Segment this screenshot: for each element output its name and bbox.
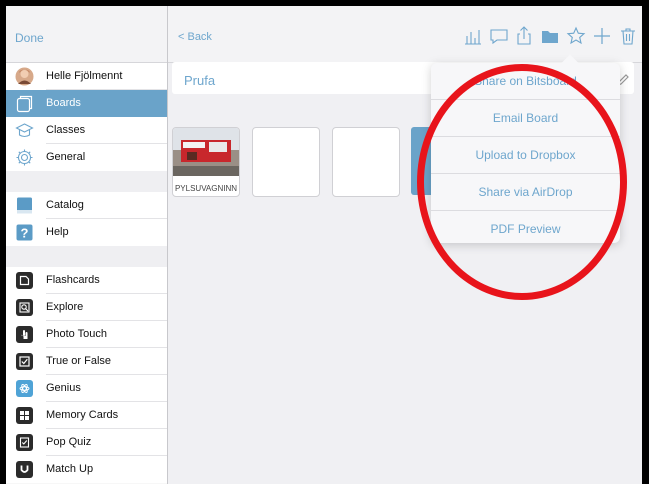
genius-icon [15,379,34,398]
sidebar-item-label: Match Up [46,463,94,475]
sidebar-item-photo-touch[interactable]: Photo Touch [6,321,167,348]
trash-icon[interactable] [618,26,638,46]
sidebar-item-label: Genius [46,382,81,394]
pop-quiz-icon [15,433,34,452]
match-up-icon [15,460,34,479]
sidebar-item-classes[interactable]: Classes [6,117,167,144]
share-menu-popover: Share on Bitsboard Email Board Upload to… [431,54,620,243]
sidebar-item-catalog[interactable]: Catalog [6,192,167,219]
email-board-menu-item[interactable]: Email Board [431,100,620,136]
boards-icon [15,94,34,113]
sidebar-item-pop-quiz[interactable]: Pop Quiz [6,429,167,456]
sidebar-item-label: General [46,151,86,163]
app-screen: Done Helle Fjölmennt Boards Classes Gene… [6,6,642,484]
board-title: Prufa [184,73,216,88]
sidebar-item-label: Photo Touch [46,328,107,340]
plus-icon[interactable] [592,26,612,46]
upload-to-dropbox-menu-item[interactable]: Upload to Dropbox [431,137,620,173]
chart-icon[interactable] [463,26,483,46]
sidebar-item-label: Boards [46,97,81,109]
sidebar-item-label: Explore [46,301,84,313]
sidebar-item-user[interactable]: Helle Fjölmennt [6,63,167,90]
board-tile[interactable]: PYLSUVAGNINN [172,127,240,197]
section-gap [6,171,167,192]
board-tile-partial[interactable] [411,127,431,195]
section-gap [6,246,167,267]
sidebar-item-boards[interactable]: Boards [6,90,167,117]
star-icon[interactable] [566,26,586,46]
sidebar-item-label: Memory Cards [46,409,119,421]
sidebar-item-label: Catalog [46,199,84,211]
memory-cards-icon [15,406,34,425]
board-tile-empty[interactable] [332,127,400,197]
sidebar-item-true-or-false[interactable]: True or False [6,348,167,375]
gear-icon [15,148,34,167]
done-button[interactable]: Done [15,31,44,45]
checkbox-icon [15,352,34,371]
sidebar-item-explore[interactable]: Explore [6,294,167,321]
hand-icon [15,325,34,344]
tile-photo [173,128,239,176]
user-avatar [15,67,34,86]
sidebar-item-label: Help [46,226,69,238]
sidebar-item-label: Helle Fjölmennt [46,70,123,82]
back-button[interactable]: < Back [178,31,212,43]
classes-icon [15,121,34,140]
sidebar-item-genius[interactable]: Genius [6,375,167,402]
sidebar-item-match-up[interactable]: Match Up [6,456,167,483]
board-tile-empty[interactable] [252,127,320,197]
sidebar-item-general[interactable]: General [6,144,167,171]
chat-icon[interactable] [489,26,509,46]
explore-icon [15,298,34,317]
svg-text:?: ? [21,226,29,241]
sidebar: Done Helle Fjölmennt Boards Classes Gene… [6,6,168,484]
sidebar-item-memory-cards[interactable]: Memory Cards [6,402,167,429]
help-icon: ? [15,223,34,242]
sidebar-item-label: Pop Quiz [46,436,92,448]
sidebar-item-label: True or False [46,355,112,367]
pdf-preview-menu-item[interactable]: PDF Preview [431,211,620,247]
share-on-bitsboard-menu-item[interactable]: Share on Bitsboard [431,63,620,99]
share-icon[interactable] [514,26,534,46]
sidebar-item-label: Flashcards [46,274,100,286]
book-icon [15,196,34,215]
tile-caption: PYLSUVAGNINN [174,184,238,193]
flashcards-icon [15,271,34,290]
sidebar-item-label: Classes [46,124,86,136]
sidebar-item-flashcards[interactable]: Flashcards [6,267,167,294]
sidebar-item-help[interactable]: ? Help [6,219,167,246]
sidebar-header: Done [6,6,167,63]
folder-icon[interactable] [540,26,560,46]
share-via-airdrop-menu-item[interactable]: Share via AirDrop [431,174,620,210]
